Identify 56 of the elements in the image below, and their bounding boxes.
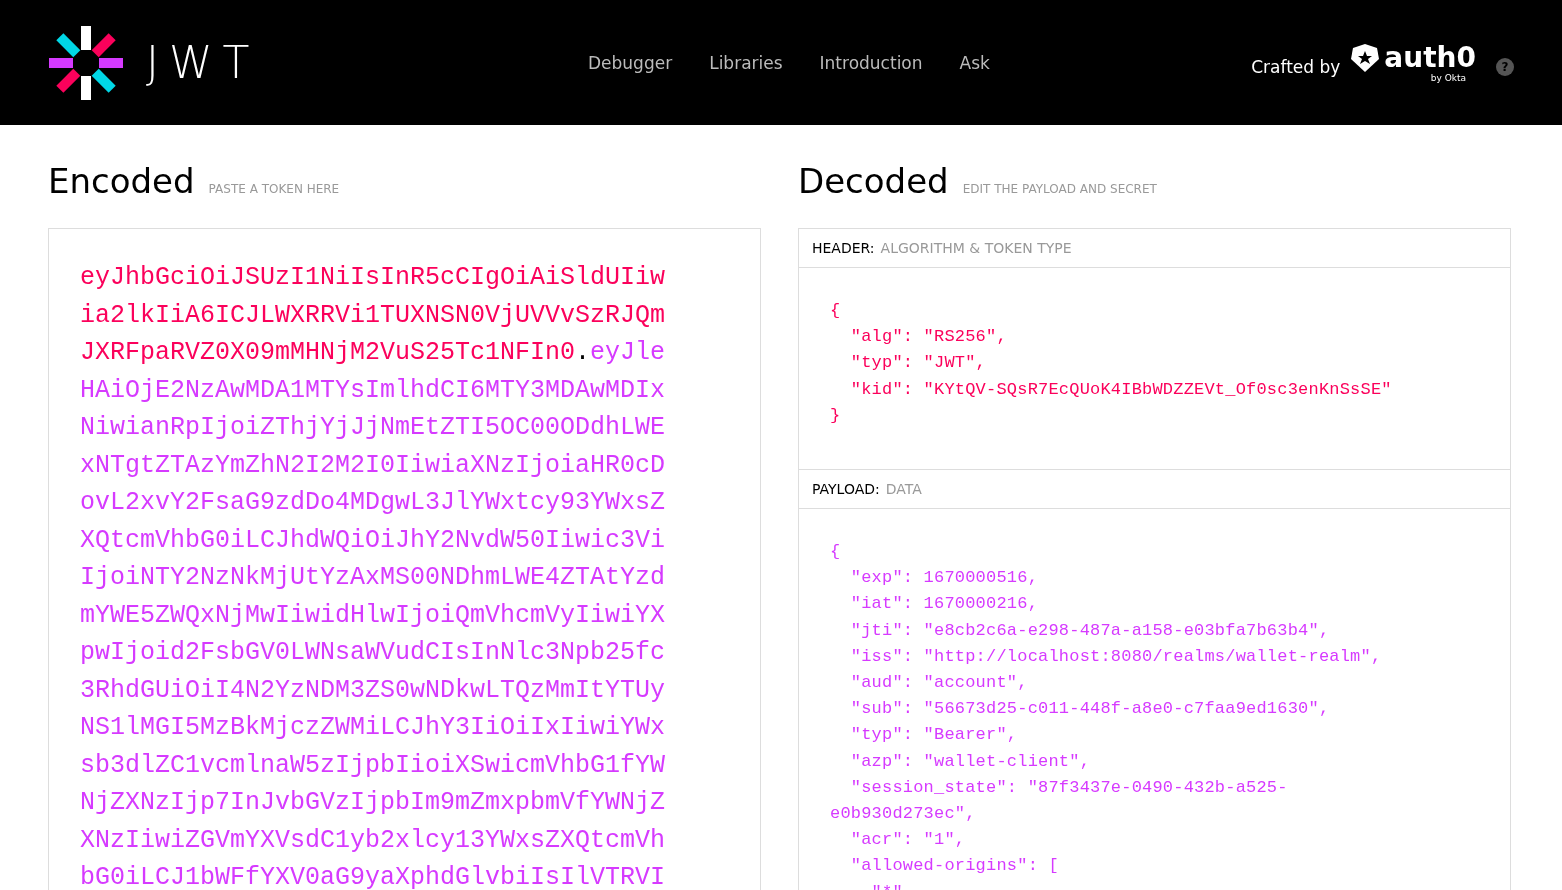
nav-link[interactable]: Libraries [709, 52, 783, 73]
code-line[interactable]: } [830, 402, 841, 429]
brand-name: auth0 [1384, 42, 1476, 73]
crafted-by-label: Crafted by [1251, 56, 1341, 77]
code-line[interactable]: e0b930d273ec", [830, 801, 976, 828]
nav-link[interactable]: Introduction [819, 52, 923, 73]
code-line[interactable]: "kid": "KYtQV-SQsR7EcQUoK4IBbWDZZEVt_Of0sc3enKnSsSE" [830, 376, 1392, 403]
code-line[interactable]: "azp": "wallet-client", [830, 748, 1091, 775]
section-hint: PASTE A TOKEN HERE [208, 182, 340, 196]
token-panel[interactable] [48, 228, 761, 890]
code-line[interactable]: "allowed-origins": [ [830, 853, 1059, 880]
code-line[interactable]: "iat": 1670000216, [830, 591, 1039, 618]
token-line: ia2lkIiA6ICJLWXRRVi1TUXNSN0VjUVVvSzRJQm [80, 299, 666, 332]
token-line: pwIjoid2FsbGV0LWNsaWVudCIsInNlc3Npb25fc [80, 637, 666, 669]
brand-subtitle: by Okta [1430, 72, 1466, 83]
nav-link[interactable]: Debugger [588, 52, 673, 73]
token-line: mYWE5ZWQxNjMwIiwidHlwIjoiQmVhcmVyIiwiYX [80, 599, 666, 632]
code-line[interactable]: "*" [830, 879, 903, 890]
section-sublabel: ALGORITHM & TOKEN TYPE [880, 240, 1072, 256]
help-icon[interactable]: ? [1496, 57, 1514, 76]
logo-text: JWT [146, 37, 260, 88]
burst-logo-icon [48, 24, 124, 101]
code-line[interactable]: "acr": "1", [830, 827, 966, 854]
token-line: xNTgtZTAzYmZhN2I2M2I0IiwiaXNzIjoiaHR0cD [80, 449, 666, 482]
code-line[interactable]: "typ": "JWT", [830, 350, 987, 377]
token-line: XQtcmVhbG0iLCJhdWQiOiJhY2NvdW50Iiwic3Vi [80, 524, 666, 557]
token-line: NS1lMGI5MzBkMjczZWMiLCJhY3IiOiIxIiwiYWx [80, 712, 666, 744]
code-line[interactable]: "alg": "RS256", [830, 324, 1007, 351]
token-line: ovL2xvY2FsaG9zdDo4MDgwL3JlYWxtcy93YWxsZ [80, 487, 666, 519]
token-line: sb3dlZC1vcmlnaW5zIjpbIioiXSwicmVhbG1fYW [80, 749, 666, 782]
section-sublabel: DATA [885, 481, 922, 497]
code-line[interactable]: "session_state": "87f3437e-0490-432b-a525- [830, 774, 1288, 802]
code-line[interactable]: "jti": "e8cb2c6a-e298-487a-a158-e03bfa7b63b4", [830, 617, 1330, 644]
token-line: bG0iLCJ1bWFfYXV0aG9yaXphdGlvbiIsIlVTRVI [80, 862, 666, 890]
token-line: NiwianRpIjoiZThjYjJjNmEtZTI5OC00ODdhLWE [80, 412, 666, 444]
code-line[interactable]: "aud": "account", [830, 670, 1028, 697]
code-line[interactable]: "exp": 1670000516, [830, 565, 1039, 592]
token-line: HAiOjE2NzAwMDA1MTYsImlhdCI6MTY3MDAwMDIx [80, 374, 666, 407]
token-line: JXRFpaRVZ0X09mMHNjM2VuS25Tc1NFIn0.eyJle [80, 337, 666, 369]
token-line: XNzIiwiZGVmYXVsdC1yb2xlcy13YWxsZXQtcmVh [80, 824, 666, 857]
nav-link[interactable]: Ask [959, 52, 990, 73]
token-line: NjZXNzIjp7InJvbGVzIjpbIm9mZmxpbmVfYWNjZ [80, 787, 666, 819]
code-line[interactable]: { [830, 539, 841, 566]
token-line: 3RhdGUiOiI4N2YzNDM3ZS0wNDkwLTQzMmItYTUy [80, 674, 666, 707]
code-line[interactable]: "iss": "http://localhost:8080/realms/wallet-realm", [830, 643, 1382, 671]
section-title: Encoded [48, 161, 195, 201]
section-label: PAYLOAD: [812, 481, 880, 497]
token-line: eyJhbGciOiJSUzI1NiIsInR5cCIgOiAiSldUIiw [80, 262, 666, 294]
token-line: IjoiNTY2NzNkMjUtYzAxMS00NDhmLWE4ZTAtYzd [80, 562, 666, 594]
section-label: HEADER: [812, 240, 875, 256]
code-line[interactable]: "typ": "Bearer", [830, 722, 1018, 749]
section-hint: EDIT THE PAYLOAD AND SECRET [962, 182, 1157, 196]
code-line[interactable]: { [830, 298, 841, 325]
star-shield-icon [1350, 42, 1381, 73]
code-line[interactable]: "sub": "56673d25-c011-448f-a8e0-c7faa9ed1630", [830, 696, 1330, 723]
section-title: Decoded [798, 161, 949, 201]
